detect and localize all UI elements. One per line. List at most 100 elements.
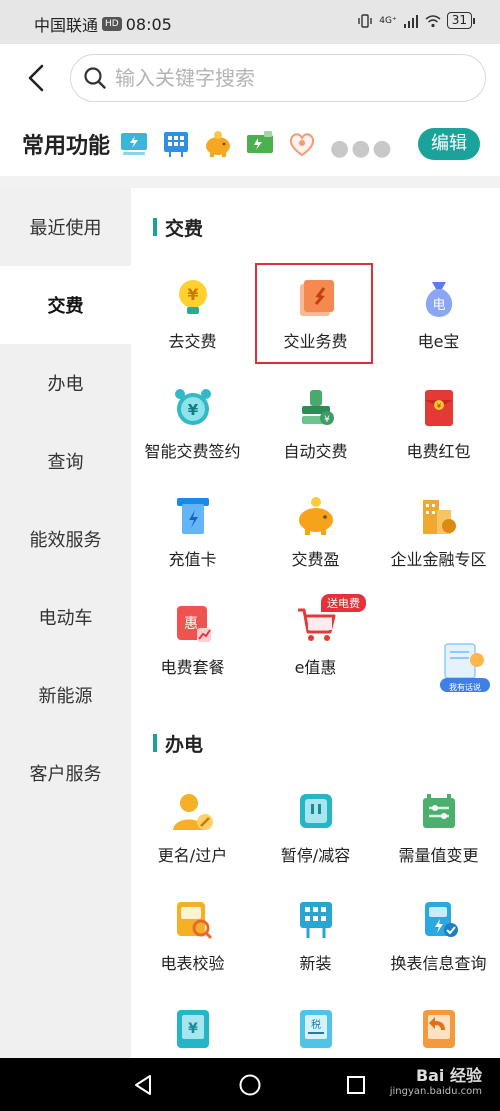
stamp-coin-icon: ¥: [301, 390, 334, 425]
grid-item-e-zhi-hui[interactable]: e值惠: [254, 602, 377, 678]
piggy-bank-icon: [298, 497, 333, 535]
enterprise-building-icon: [422, 500, 456, 534]
edit-button[interactable]: 编辑: [418, 128, 480, 160]
money-bag-icon: 电: [425, 282, 452, 317]
sidebar-item-customer-service[interactable]: 客户服务: [0, 734, 131, 812]
grid-item-meter-check[interactable]: 电表校验: [131, 898, 254, 974]
app-root: 中国联通 HD 08:05 4G⁺ 31 输入关键字搜索 常用功能 ●●● 编辑…: [0, 0, 500, 1111]
grid-item-label: 智能交费签约: [144, 442, 241, 461]
invoice-icon: ¥: [176, 1010, 209, 1048]
grid-item-e-bao[interactable]: 电 电e宝: [377, 276, 500, 352]
sidebar-item-query[interactable]: 查询: [0, 422, 131, 500]
search-icon: [84, 67, 106, 89]
section-divider: [0, 176, 500, 188]
grid-item-label: e值惠: [294, 658, 337, 677]
svg-text:¥: ¥: [187, 285, 198, 304]
svg-text:¥: ¥: [187, 401, 198, 419]
grid-item-demand-change[interactable]: 需量值变更: [377, 790, 500, 866]
heart-icon[interactable]: [286, 128, 318, 160]
svg-text:¥: ¥: [436, 402, 441, 410]
grid-item-go-pay[interactable]: ¥ 去交费: [131, 276, 254, 352]
grid-item-rename-transfer[interactable]: 更名/过户: [131, 790, 254, 866]
yuan-bulb-icon: ¥: [178, 280, 207, 314]
baidu-jingyan-watermark: Bai 经验 jingyan.baidu.com: [390, 1068, 482, 1100]
watermark-brand: Bai 经验: [415, 1066, 482, 1085]
wifi-icon: [425, 14, 441, 27]
highlight-box: [255, 263, 373, 364]
svg-text:电: 电: [432, 298, 445, 313]
alarm-yuan-icon: ¥: [174, 389, 211, 425]
sidebar-item-ev[interactable]: 电动车: [0, 578, 131, 656]
green-card-icon[interactable]: [244, 128, 276, 160]
grid-item-label: 电费红包: [406, 442, 471, 461]
grid-item-red-envelope[interactable]: ¥ 电费红包: [377, 386, 500, 462]
svg-text:税: 税: [311, 1018, 321, 1031]
nav-home-icon[interactable]: [237, 1072, 263, 1098]
nav-back-icon[interactable]: [130, 1072, 156, 1098]
carrier-name: 中国联通: [34, 16, 99, 35]
return-icon: [422, 1010, 455, 1048]
sidebar-item-apply[interactable]: 办电: [0, 344, 131, 422]
section-title-pay: 交费: [153, 214, 203, 241]
grid-item-top-up-card[interactable]: 充值卡: [131, 494, 254, 570]
grid-item-meter-replace-query[interactable]: 换表信息查询: [377, 898, 500, 974]
grid-item-pay-ying[interactable]: 交费盈: [254, 494, 377, 570]
grid-item-label: 交费盈: [291, 550, 340, 569]
section-title-apply: 办电: [153, 730, 203, 757]
nav-recents-icon[interactable]: [343, 1072, 369, 1098]
grid-item-label: 企业金融专区: [390, 550, 487, 569]
grid-item-auto-pay[interactable]: ¥ 自动交费: [254, 386, 377, 462]
network-type: 4G⁺: [379, 15, 397, 26]
grid-item-label: 更名/过户: [157, 846, 228, 865]
battery-indicator: 31: [446, 12, 476, 29]
common-functions-title: 常用功能: [22, 134, 111, 159]
grid-item-pause-reduce[interactable]: 暂停/减容: [254, 790, 377, 866]
vibrate-icon: [358, 13, 372, 28]
meter-check-icon: [424, 902, 458, 937]
category-sidebar: 最近使用 交费 办电 查询 能效服务 电动车 新能源 客户服务: [0, 188, 131, 1058]
hd-badge: HD: [102, 17, 122, 31]
more-dots-icon[interactable]: ●●●: [330, 136, 394, 161]
package-chart-icon: 惠: [176, 606, 211, 642]
building-plug-icon: [299, 902, 332, 938]
grid-item-label: 充值卡: [168, 550, 217, 569]
search-box[interactable]: [70, 54, 486, 102]
status-bar: 中国联通 HD 08:05 4G⁺ 31: [0, 0, 500, 44]
grid-item-label: 去交费: [168, 332, 217, 351]
grid-item-new-install[interactable]: 新装: [254, 898, 377, 974]
grid-item-smart-pay-sign[interactable]: ¥ 智能交费签约: [131, 386, 254, 462]
svg-text:惠: 惠: [184, 616, 198, 632]
grid-item-label: 电费套餐: [160, 658, 225, 677]
grid-item-label: 新装: [299, 954, 332, 973]
grid-item-partial-tax-change[interactable]: 税: [254, 1006, 377, 1050]
watermark-site: jingyan.baidu.com: [389, 1086, 482, 1097]
common-functions-row: 常用功能 ●●● 编辑: [0, 114, 500, 176]
status-left: 中国联通 HD 08:05: [34, 12, 172, 36]
search-input[interactable]: [115, 66, 445, 90]
promo-tag: 送电费: [321, 594, 366, 612]
grid-item-partial-tax[interactable]: ¥: [131, 1006, 254, 1050]
system-nav-bar: Bai 经验 jingyan.baidu.com: [0, 1058, 500, 1111]
building-icon[interactable]: [160, 128, 192, 160]
piggy-bank-icon[interactable]: [202, 128, 234, 160]
back-arrow-icon[interactable]: [22, 60, 52, 96]
sidebar-item-energy-service[interactable]: 能效服务: [0, 500, 131, 578]
grid-item-enterprise-finance[interactable]: 企业金融专区: [377, 494, 500, 570]
meter-pause-icon: [299, 794, 332, 828]
sidebar-item-new-energy[interactable]: 新能源: [0, 656, 131, 734]
screen-icon[interactable]: [118, 128, 150, 160]
grid-item-partial-return[interactable]: [377, 1006, 500, 1050]
grid-item-fee-package[interactable]: 惠 电费套餐: [131, 602, 254, 678]
status-time: 08:05: [125, 14, 172, 34]
feedback-float-label: 我有话说: [449, 683, 481, 692]
sidebar-item-recent[interactable]: 最近使用: [0, 188, 131, 266]
grid-item-label: 电表校验: [160, 954, 225, 973]
sidebar-item-pay[interactable]: 交费: [0, 266, 131, 344]
adjust-icon: [422, 794, 455, 828]
function-content: 交费 ¥ 去交费 交业务费 电 电e宝 ¥ 智能交费签约 ¥ 自动交费 ¥ 电费…: [131, 188, 500, 1058]
grid-item-label: 换表信息查询: [390, 954, 487, 973]
common-functions-icons: [118, 128, 318, 160]
header: [0, 44, 500, 114]
status-right: 4G⁺ 31: [357, 12, 476, 29]
meter-search-icon: [176, 902, 212, 940]
